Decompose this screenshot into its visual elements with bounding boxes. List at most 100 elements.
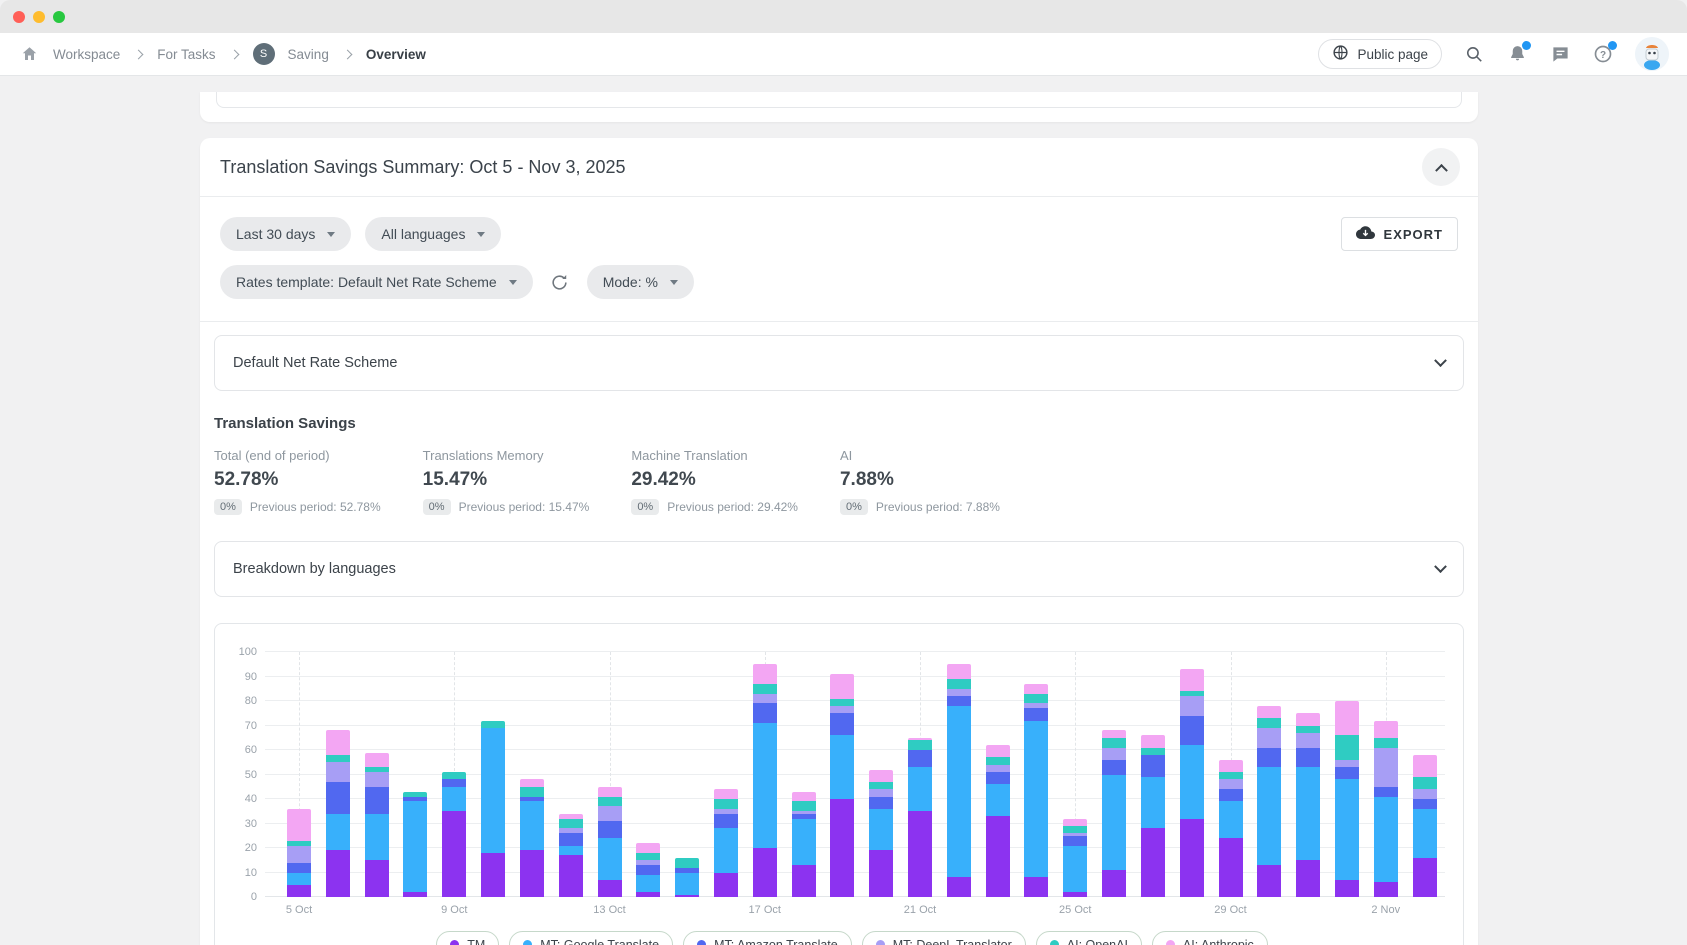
legend-label: MT: Google Translate bbox=[540, 938, 659, 945]
bar-segment bbox=[1296, 748, 1320, 768]
stat-value: 52.78% bbox=[214, 469, 381, 491]
legend-item[interactable]: AI: OpenAI bbox=[1036, 931, 1142, 945]
legend-item[interactable]: AI: Anthropic bbox=[1152, 931, 1268, 945]
bar-segment bbox=[1219, 760, 1243, 772]
notifications-bell-icon[interactable] bbox=[1506, 43, 1528, 65]
bar-segment bbox=[326, 850, 350, 897]
stat-change-badge: 0% bbox=[631, 499, 659, 515]
bar-segment bbox=[1219, 779, 1243, 789]
bar-segment bbox=[908, 740, 932, 750]
bar-segment bbox=[1413, 777, 1437, 789]
stat-ai: AI 7.88% 0%Previous period: 7.88% bbox=[840, 448, 1000, 515]
breadcrumb-project[interactable]: For Tasks bbox=[157, 47, 215, 62]
bar-segment bbox=[326, 814, 350, 851]
bar-segment bbox=[559, 846, 583, 856]
search-icon[interactable] bbox=[1463, 43, 1485, 65]
bar-stack bbox=[947, 664, 971, 897]
bar-segment bbox=[559, 855, 583, 897]
bar-stack bbox=[1141, 735, 1165, 897]
bar-stack bbox=[908, 738, 932, 897]
rate-scheme-panel[interactable]: Default Net Rate Scheme bbox=[214, 335, 1464, 391]
bar-segment bbox=[520, 801, 544, 850]
bar-segment bbox=[869, 797, 893, 809]
y-axis-tick-label: 0 bbox=[227, 891, 257, 903]
date-range-filter[interactable]: Last 30 days bbox=[220, 217, 351, 251]
zoom-window-button[interactable] bbox=[53, 11, 65, 23]
collapse-card-button[interactable] bbox=[1422, 148, 1460, 186]
home-icon[interactable] bbox=[18, 43, 40, 65]
bar-segment bbox=[598, 797, 622, 807]
breakdown-languages-panel[interactable]: Breakdown by languages bbox=[214, 541, 1464, 597]
bar-segment bbox=[714, 814, 738, 829]
bar-segment bbox=[947, 706, 971, 878]
legend-item[interactable]: MT: DeepL Translator bbox=[862, 931, 1026, 945]
bar-segment bbox=[1374, 748, 1398, 787]
bar-segment bbox=[1102, 738, 1126, 748]
bar-segment bbox=[1374, 738, 1398, 748]
bar-segment bbox=[1257, 865, 1281, 897]
legend-item[interactable]: MT: Amazon Translate bbox=[683, 931, 852, 945]
user-avatar[interactable] bbox=[1635, 37, 1669, 71]
close-window-button[interactable] bbox=[13, 11, 25, 23]
bar-15-oct bbox=[675, 652, 699, 897]
bar-segment bbox=[753, 848, 777, 897]
y-axis-tick-label: 20 bbox=[227, 842, 257, 854]
bar-segment bbox=[1102, 760, 1126, 775]
bar-27-oct bbox=[1141, 652, 1165, 897]
stat-label: Machine Translation bbox=[631, 448, 798, 463]
bar-segment bbox=[636, 865, 660, 875]
bar-segment bbox=[598, 838, 622, 880]
bar-segment bbox=[636, 843, 660, 853]
bar-segment bbox=[442, 811, 466, 897]
bar-stack bbox=[714, 789, 738, 897]
bar-segment bbox=[753, 664, 777, 684]
bar-segment bbox=[598, 787, 622, 797]
cloud-download-icon bbox=[1356, 226, 1375, 243]
legend-dot bbox=[1166, 940, 1175, 945]
legend-item[interactable]: TM bbox=[436, 931, 499, 945]
bar-segment bbox=[1141, 828, 1165, 897]
bar-stack bbox=[1063, 819, 1087, 897]
mode-filter[interactable]: Mode: % bbox=[587, 265, 694, 299]
bar-stack bbox=[287, 809, 311, 897]
help-icon[interactable]: ? bbox=[1592, 43, 1614, 65]
stat-change-badge: 0% bbox=[423, 499, 451, 515]
bar-segment bbox=[1413, 858, 1437, 897]
bar-segment bbox=[365, 753, 389, 768]
bar-segment bbox=[559, 833, 583, 845]
bar-1-nov bbox=[1335, 652, 1359, 897]
minimize-window-button[interactable] bbox=[33, 11, 45, 23]
refresh-icon[interactable] bbox=[547, 269, 573, 295]
bar-segment bbox=[1374, 797, 1398, 883]
bar-segment bbox=[403, 892, 427, 897]
public-page-button[interactable]: Public page bbox=[1318, 39, 1442, 69]
bar-2-nov: 2 Nov bbox=[1374, 652, 1398, 897]
export-button[interactable]: EXPORT bbox=[1341, 217, 1458, 251]
bar-11-oct bbox=[520, 652, 544, 897]
x-axis-tick-label: 21 Oct bbox=[904, 904, 936, 916]
bar-stack bbox=[365, 753, 389, 898]
bar-segment bbox=[1335, 880, 1359, 897]
bar-segment bbox=[714, 828, 738, 872]
legend-label: TM bbox=[467, 938, 485, 945]
breadcrumb-team[interactable]: Saving bbox=[288, 47, 329, 62]
bar-segment bbox=[986, 772, 1010, 784]
bar-segment bbox=[1063, 819, 1087, 826]
bar-7-oct bbox=[365, 652, 389, 897]
languages-filter[interactable]: All languages bbox=[365, 217, 501, 251]
legend-item[interactable]: MT: Google Translate bbox=[509, 931, 673, 945]
rates-template-filter[interactable]: Rates template: Default Net Rate Scheme bbox=[220, 265, 533, 299]
bar-stack bbox=[1180, 669, 1204, 897]
stats-row: Total (end of period) 52.78% 0%Previous … bbox=[200, 448, 1478, 515]
bar-segment bbox=[869, 789, 893, 796]
bar-stack bbox=[1257, 706, 1281, 897]
chat-icon[interactable] bbox=[1549, 43, 1571, 65]
bar-segment bbox=[1257, 706, 1281, 718]
x-axis-tick-label: 13 Oct bbox=[593, 904, 625, 916]
bar-stack bbox=[830, 674, 854, 897]
bar-segment bbox=[1180, 669, 1204, 691]
breadcrumb-workspace[interactable]: Workspace bbox=[53, 47, 120, 62]
y-axis-tick-label: 100 bbox=[227, 646, 257, 658]
chevron-up-icon bbox=[1435, 163, 1448, 176]
bar-6-oct bbox=[326, 652, 350, 897]
